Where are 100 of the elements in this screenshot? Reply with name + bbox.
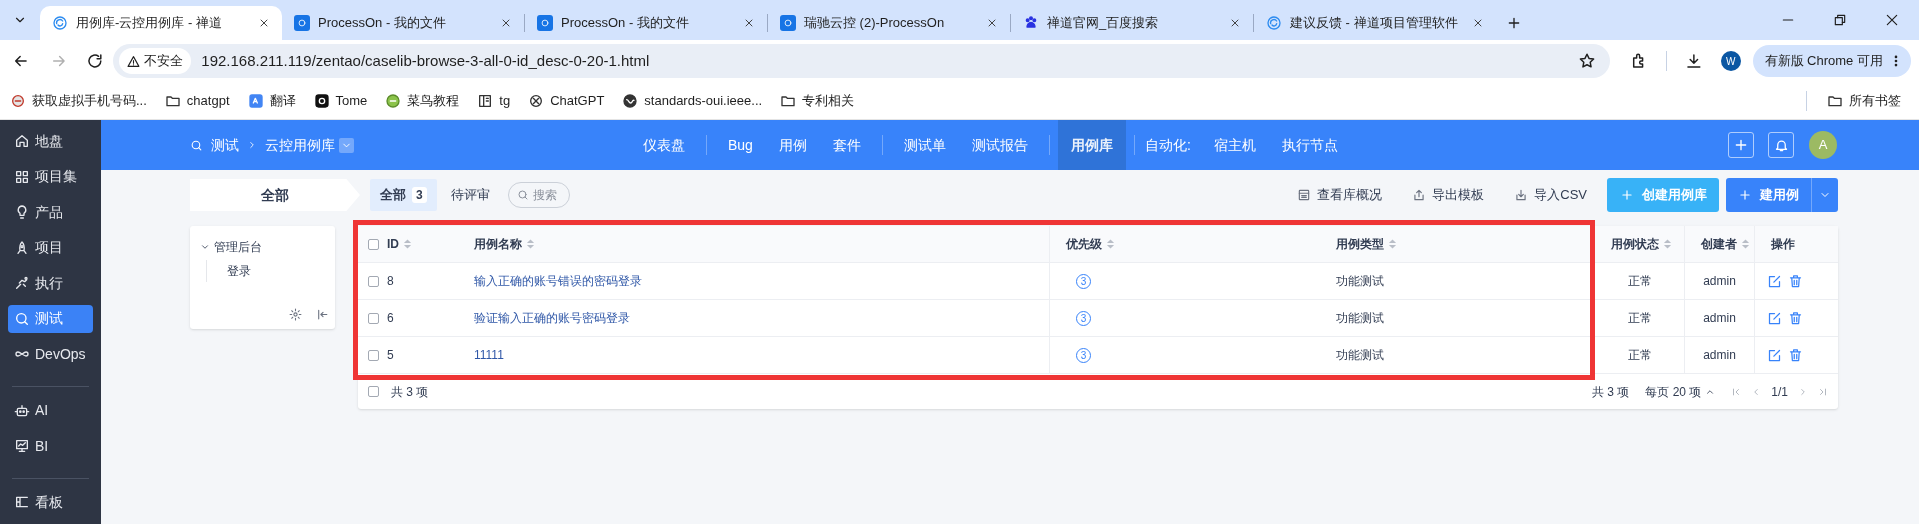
table-cell-text: 功能测试 xyxy=(1336,273,1384,290)
total-count: 共 3 项 xyxy=(1591,383,1630,401)
last-page-icon xyxy=(1818,386,1828,397)
column-header[interactable]: 优先级 xyxy=(1066,235,1102,253)
tree-item[interactable]: 管理后台 xyxy=(200,236,329,258)
sidebar-item[interactable]: 地盘 xyxy=(8,127,93,155)
sidebar-item[interactable]: 执行 xyxy=(8,269,93,298)
nav-link[interactable]: 用例库 xyxy=(1057,120,1126,170)
profile-avatar[interactable]: W xyxy=(1720,51,1741,71)
table-cell-text: 正常 xyxy=(1627,347,1652,364)
checkbox[interactable] xyxy=(368,386,379,397)
filter-tab[interactable]: 待评审 xyxy=(440,179,500,211)
download-icon xyxy=(1685,52,1703,70)
case-link[interactable]: 验证输入正确的账号密码登录 xyxy=(474,309,630,327)
security-chip[interactable]: 不安全 xyxy=(119,48,192,74)
library-dropdown[interactable]: 云控用例库 xyxy=(265,134,354,156)
home-icon xyxy=(14,133,30,149)
reload-icon xyxy=(85,52,104,70)
column-header[interactable]: 用例名称 xyxy=(474,235,522,253)
nav-link[interactable]: Bug xyxy=(715,120,766,170)
browser-tab[interactable]: 用例库-云控用例库 - 禅道 xyxy=(40,6,282,40)
count-badge: 3 xyxy=(412,187,427,203)
browser-tab[interactable]: ProcessOn - 我的文件 xyxy=(282,6,524,40)
tree-item[interactable]: 登录 xyxy=(206,260,329,282)
checkbox[interactable] xyxy=(368,349,379,361)
table-cell-text: 6 xyxy=(387,310,394,327)
filter-tab[interactable]: 全部 3 xyxy=(370,179,437,211)
page-indicator: 1/1 xyxy=(1771,383,1788,401)
bookmark-item[interactable]: ChatGPT xyxy=(528,86,605,115)
close-icon xyxy=(1229,17,1241,29)
checkbox[interactable] xyxy=(368,275,379,287)
new-tab-icon xyxy=(1506,15,1522,31)
table-cell-text: 5 xyxy=(387,347,394,364)
sidebar-item[interactable]: 项目 xyxy=(8,233,93,262)
bookmark-item[interactable]: 菜鸟教程 xyxy=(385,86,460,115)
table-cell-text: 功能测试 xyxy=(1336,347,1384,364)
bookmark-item[interactable]: Tome xyxy=(313,86,368,115)
sidebar-item[interactable]: 产品 xyxy=(8,198,93,227)
update-chrome-button[interactable]: 有新版 Chrome 可用 xyxy=(1752,45,1911,77)
nav-link[interactable]: 测试单 xyxy=(890,120,959,170)
close-icon xyxy=(1472,17,1484,29)
url-text: 192.168.211.119/zentao/caselib-browse-3-all-0-id_desc-0-20-1.html xyxy=(201,50,651,71)
sidebar-item[interactable]: 测试 xyxy=(8,304,93,333)
toolbar-button[interactable]: 查看库概况 xyxy=(1297,185,1383,205)
bookmark-item[interactable]: 翻译 xyxy=(247,86,296,115)
runner-icon xyxy=(14,275,30,292)
bookmark-item[interactable]: 专利相关 xyxy=(780,86,855,115)
all-bookmarks-button[interactable]: 所有书签 xyxy=(1827,90,1901,111)
nav-link[interactable]: 执行节点 xyxy=(1268,120,1351,170)
checkbox[interactable] xyxy=(368,312,379,324)
sidebar-item[interactable]: 看板 xyxy=(8,488,93,517)
edit-icon xyxy=(1767,347,1782,363)
column-header[interactable]: 用例类型 xyxy=(1336,235,1384,253)
add-button[interactable] xyxy=(1728,132,1754,158)
close-window-icon xyxy=(1885,13,1899,27)
nav-link[interactable]: 套件 xyxy=(819,120,874,170)
checkbox[interactable] xyxy=(368,238,379,250)
chart-icon xyxy=(14,438,30,455)
notification-button[interactable] xyxy=(1768,132,1794,158)
toolbar-button[interactable]: 导入CSV xyxy=(1514,185,1587,205)
nav-link[interactable]: 宿主机 xyxy=(1200,120,1269,170)
nav-link[interactable]: 仪表盘 xyxy=(630,120,698,170)
nav-label: 自动化: xyxy=(1143,135,1192,155)
table-cell-text: admin xyxy=(1703,273,1736,290)
bookmark-item[interactable]: standards-oui.ieee... xyxy=(622,86,763,115)
grid-icon xyxy=(14,168,30,185)
sidebar-item[interactable]: DevOps xyxy=(8,340,93,369)
address-field[interactable]: 不安全 192.168.211.119/zentao/caselib-browse-3-all-0-id_desc-0-20-1.html xyxy=(113,44,1611,78)
bookmark-item[interactable]: chatgpt xyxy=(164,86,230,115)
page-size-dropdown[interactable]: 每页 20 项 xyxy=(1645,382,1716,401)
dropdown-toggle[interactable] xyxy=(339,137,354,153)
browser-tab[interactable]: 建议反馈 - 禅道项目管理软件 xyxy=(1254,6,1496,40)
bell-icon xyxy=(1773,137,1789,153)
browser-tab[interactable]: 瑞驰云控 (2)-ProcessOn xyxy=(768,6,1010,40)
sidebar-item[interactable]: BI xyxy=(8,432,93,461)
nav-link[interactable]: 测试报告 xyxy=(958,120,1041,170)
toolbar-button[interactable]: 导出模板 xyxy=(1412,185,1485,205)
collapse-icon xyxy=(316,308,329,321)
column-header[interactable]: ID xyxy=(387,235,399,253)
download-icon xyxy=(1514,188,1529,202)
bookmark-item[interactable]: tg xyxy=(477,86,511,115)
close-icon xyxy=(743,17,755,29)
browser-tab[interactable]: ProcessOn - 我的文件 xyxy=(525,6,767,40)
case-link[interactable]: 11111 xyxy=(474,346,504,364)
search-icon xyxy=(516,189,529,201)
trash-icon xyxy=(1788,347,1803,363)
column-header[interactable]: 创建者 xyxy=(1701,235,1737,253)
warning-icon xyxy=(127,54,141,68)
sidebar-item[interactable]: AI xyxy=(8,396,93,425)
nav-link[interactable]: 用例 xyxy=(765,120,820,170)
sidebar-item[interactable]: 项目集 xyxy=(8,162,93,191)
paw-icon xyxy=(1023,15,1039,31)
first-page-icon[interactable] xyxy=(1731,386,1742,397)
breadcrumb-link[interactable]: 测试 xyxy=(211,134,239,156)
column-header[interactable]: 用例状态 xyxy=(1611,235,1659,253)
bookmark-item[interactable]: 获取虚拟手机号码... xyxy=(10,86,147,115)
chevron-right-icon xyxy=(247,140,257,150)
tree-root-tab[interactable]: 全部 xyxy=(190,179,360,211)
browser-tab[interactable]: 禅道官网_百度搜索 xyxy=(1011,6,1253,40)
case-link[interactable]: 输入正确的账号错误的密码登录 xyxy=(474,272,642,290)
